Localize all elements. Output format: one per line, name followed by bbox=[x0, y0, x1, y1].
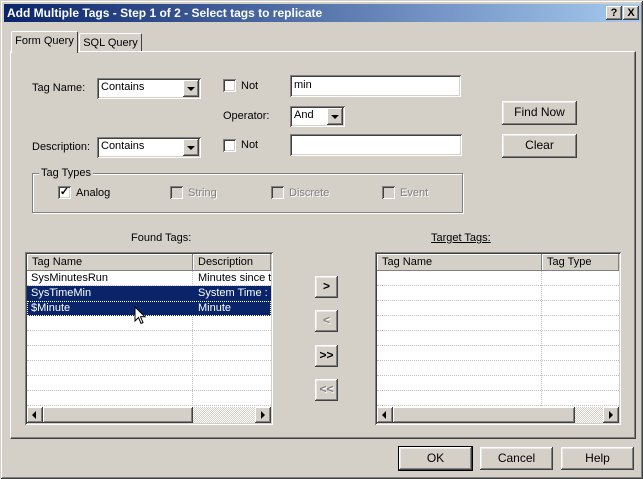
empty-row bbox=[377, 361, 619, 376]
tag-name-label: Tag Name: bbox=[32, 82, 86, 94]
tab-form-query[interactable]: Form Query bbox=[11, 31, 78, 53]
scroll-left-icon[interactable] bbox=[377, 407, 393, 423]
empty-row bbox=[377, 301, 619, 316]
event-label: Event bbox=[400, 187, 429, 199]
target-tags-header-tag-name[interactable]: Tag Name bbox=[377, 254, 542, 271]
empty-row bbox=[377, 286, 619, 301]
empty-row bbox=[377, 316, 619, 331]
chevron-down-icon[interactable] bbox=[327, 108, 343, 125]
tag-name-mode-select[interactable]: Contains bbox=[97, 78, 201, 99]
cancel-button[interactable]: Cancel bbox=[480, 447, 553, 470]
string-label: String bbox=[188, 187, 217, 199]
found-tag-description: System Time : Min bbox=[198, 287, 271, 299]
found-tag-name: SysTimeMin bbox=[31, 287, 92, 299]
scroll-right-icon[interactable] bbox=[255, 407, 271, 423]
empty-row bbox=[27, 376, 271, 391]
help-button[interactable]: Help bbox=[561, 447, 634, 470]
tab-sql-query[interactable]: SQL Query bbox=[79, 33, 142, 52]
description-label: Description: bbox=[32, 141, 91, 153]
empty-row bbox=[27, 316, 271, 331]
found-tags-header-tag-name[interactable]: Tag Name bbox=[27, 254, 193, 271]
found-tags-row[interactable]: $Minute Minute bbox=[27, 301, 271, 316]
tag-name-input-value: min bbox=[294, 79, 312, 91]
remove-all-button[interactable]: << bbox=[315, 379, 338, 401]
scroll-left-icon[interactable] bbox=[27, 407, 43, 423]
tag-name-input[interactable]: min bbox=[290, 75, 461, 97]
scroll-thumb[interactable] bbox=[393, 407, 575, 423]
add-button[interactable]: > bbox=[315, 276, 338, 298]
remove-button[interactable]: < bbox=[315, 310, 338, 332]
found-tag-description: Minute bbox=[198, 302, 232, 314]
target-tags-hscrollbar[interactable] bbox=[377, 407, 619, 423]
description-mode-value: Contains bbox=[101, 140, 145, 152]
target-tags-header-tag-type[interactable]: Tag Type bbox=[542, 254, 619, 271]
tab-sql-query-label: SQL Query bbox=[83, 37, 138, 49]
operator-label: Operator: bbox=[223, 110, 270, 122]
operator-select[interactable]: And bbox=[290, 106, 345, 127]
window-title: Add Multiple Tags - Step 1 of 2 - Select… bbox=[7, 6, 323, 20]
chevron-down-icon[interactable] bbox=[183, 139, 199, 156]
description-not-label: Not bbox=[241, 139, 259, 151]
empty-row bbox=[377, 346, 619, 361]
found-tags-row[interactable]: SysTimeMin System Time : Min bbox=[27, 286, 271, 301]
dialog-window: Add Multiple Tags - Step 1 of 2 - Select… bbox=[0, 0, 643, 479]
found-tags-row[interactable]: SysMinutesRun Minutes since the bbox=[27, 271, 271, 286]
found-tags-hscrollbar[interactable] bbox=[27, 407, 271, 423]
find-now-button[interactable]: Find Now bbox=[502, 101, 577, 125]
found-tag-name: SysMinutesRun bbox=[31, 272, 109, 284]
help-title-button[interactable]: ? bbox=[606, 6, 622, 20]
tag-name-not-label: Not bbox=[241, 80, 259, 92]
target-tags-label: Target Tags: bbox=[431, 232, 491, 244]
scroll-thumb[interactable] bbox=[43, 407, 193, 423]
mouse-cursor-icon bbox=[134, 306, 147, 325]
discrete-checkbox[interactable] bbox=[271, 186, 284, 199]
empty-row bbox=[377, 376, 619, 391]
analog-label: Analog bbox=[76, 187, 111, 199]
check-mark-icon: ✓ bbox=[59, 186, 70, 198]
tab-form-query-label: Form Query bbox=[15, 35, 74, 47]
empty-row bbox=[377, 331, 619, 346]
tag-name-mode-value: Contains bbox=[101, 81, 145, 93]
empty-row bbox=[27, 391, 271, 406]
empty-row bbox=[377, 271, 619, 286]
chevron-down-icon[interactable] bbox=[183, 80, 199, 97]
description-mode-select[interactable]: Contains bbox=[97, 137, 201, 158]
tag-name-not-checkbox[interactable] bbox=[223, 79, 236, 92]
event-checkbox[interactable] bbox=[382, 186, 395, 199]
operator-value: And bbox=[294, 109, 314, 121]
clear-button[interactable]: Clear bbox=[502, 134, 577, 158]
title-bar[interactable]: Add Multiple Tags - Step 1 of 2 - Select… bbox=[4, 4, 641, 22]
empty-row bbox=[27, 346, 271, 361]
ok-button[interactable]: OK bbox=[398, 446, 473, 471]
analog-checkbox[interactable]: ✓ bbox=[58, 186, 71, 199]
found-tags-header-description[interactable]: Description bbox=[193, 254, 271, 271]
tag-types-label: Tag Types bbox=[39, 167, 93, 179]
empty-row bbox=[27, 331, 271, 346]
found-tag-name: $Minute bbox=[31, 302, 71, 314]
found-tag-description: Minutes since the bbox=[198, 272, 271, 284]
scroll-right-icon[interactable] bbox=[603, 407, 619, 423]
add-all-button[interactable]: >> bbox=[315, 345, 338, 367]
description-input[interactable] bbox=[290, 134, 462, 156]
empty-row bbox=[377, 391, 619, 406]
string-checkbox[interactable] bbox=[170, 186, 183, 199]
found-tags-label: Found Tags: bbox=[131, 232, 192, 244]
description-not-checkbox[interactable] bbox=[223, 139, 236, 152]
discrete-label: Discrete bbox=[289, 187, 330, 199]
found-tags-list[interactable]: Tag Name Description SysMinutesRun Minute… bbox=[25, 252, 273, 425]
close-icon[interactable]: X bbox=[623, 6, 639, 20]
target-tags-list[interactable]: Tag Name Tag Type bbox=[375, 252, 621, 425]
empty-row bbox=[27, 361, 271, 376]
